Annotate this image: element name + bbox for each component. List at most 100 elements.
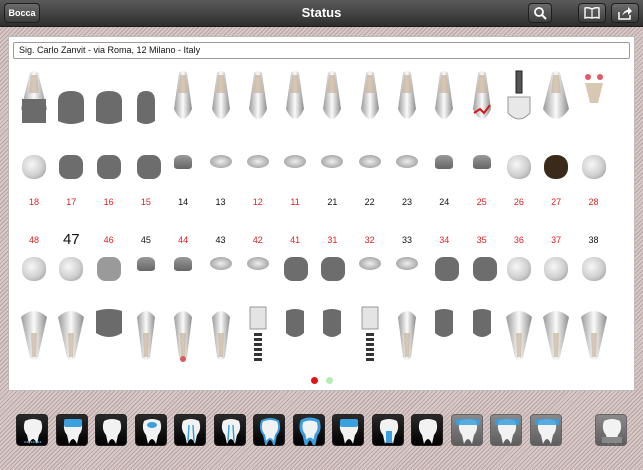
tooth-number-28[interactable]: 28 — [581, 197, 607, 207]
tooth-side-17[interactable] — [56, 69, 86, 136]
tooth-side-35[interactable] — [467, 303, 497, 370]
tool-tooth-glow-button[interactable] — [253, 414, 285, 446]
tooth-side-44[interactable] — [168, 303, 198, 370]
page-dot-1[interactable] — [311, 377, 318, 384]
tool-extraction-button[interactable] — [595, 414, 627, 446]
tooth-occlusal-16[interactable] — [96, 155, 121, 179]
tooth-side-33[interactable] — [392, 303, 422, 370]
tooth-side-47[interactable] — [56, 303, 86, 370]
tooth-number-17[interactable]: 17 — [58, 197, 84, 207]
tool-crown-tooth-button[interactable] — [55, 414, 88, 446]
tooth-number-21[interactable]: 21 — [319, 197, 345, 207]
tooth-occlusal-24[interactable] — [435, 155, 454, 169]
tooth-number-14[interactable]: 14 — [170, 197, 196, 207]
tooth-side-28[interactable] — [579, 69, 609, 136]
tooth-occlusal-32[interactable] — [358, 257, 381, 270]
share-button[interactable] — [611, 3, 639, 23]
tooth-occlusal-18[interactable] — [22, 155, 46, 179]
tooth-occlusal-31[interactable] — [321, 257, 346, 281]
tooth-occlusal-13[interactable] — [209, 155, 232, 168]
tooth-side-37[interactable] — [541, 303, 571, 370]
tooth-occlusal-25[interactable] — [472, 155, 491, 169]
tooth-number-38[interactable]: 38 — [581, 235, 607, 245]
tooth-number-32[interactable]: 32 — [357, 235, 383, 245]
tooth-number-12[interactable]: 12 — [245, 197, 271, 207]
bookmarks-button[interactable] — [578, 3, 606, 23]
tooth-number-41[interactable]: 41 — [282, 235, 308, 245]
tooth-occlusal-15[interactable] — [136, 155, 161, 179]
tooth-occlusal-33[interactable] — [396, 257, 418, 270]
tooth-occlusal-27[interactable] — [544, 155, 569, 179]
tooth-side-48[interactable] — [19, 303, 49, 370]
tooth-side-21[interactable] — [317, 69, 347, 136]
tooth-occlusal-28[interactable] — [581, 155, 606, 179]
tool-implant-crown-button[interactable] — [371, 414, 404, 446]
tooth-side-11[interactable] — [280, 69, 310, 136]
tool-tooth-filling-button[interactable] — [134, 414, 167, 446]
tooth-occlusal-23[interactable] — [396, 155, 418, 168]
tooth-side-25[interactable] — [467, 69, 497, 136]
tooth-occlusal-17[interactable] — [59, 155, 84, 179]
tooth-side-27[interactable] — [541, 69, 571, 136]
tooth-number-18[interactable]: 18 — [21, 197, 47, 207]
tooth-occlusal-14[interactable] — [174, 155, 193, 169]
tooth-side-42[interactable] — [243, 303, 273, 370]
tool-tooth-cap-button[interactable] — [332, 414, 364, 446]
tooth-number-16[interactable]: 16 — [96, 197, 122, 207]
tooth-side-12[interactable] — [243, 69, 273, 136]
tool-tooth-outline-button[interactable] — [292, 414, 325, 446]
tooth-side-32[interactable] — [355, 303, 385, 370]
tooth-number-47[interactable]: 47 — [58, 231, 84, 248]
tooth-side-46[interactable] — [94, 303, 124, 370]
tooth-side-34[interactable] — [429, 303, 459, 370]
search-button[interactable] — [528, 3, 552, 23]
tooth-occlusal-26[interactable] — [506, 155, 531, 179]
tooth-occlusal-47[interactable] — [59, 257, 84, 281]
tool-bridge-two-button[interactable] — [490, 414, 522, 446]
tooth-number-23[interactable]: 23 — [394, 197, 420, 207]
tooth-number-24[interactable]: 24 — [431, 197, 457, 207]
tooth-number-15[interactable]: 15 — [133, 197, 159, 207]
tooth-number-33[interactable]: 33 — [394, 235, 420, 245]
tooth-number-31[interactable]: 31 — [319, 235, 345, 245]
tool-tooth-endo-button[interactable] — [174, 414, 206, 446]
tooth-side-15[interactable] — [131, 69, 161, 136]
tooth-number-37[interactable]: 37 — [543, 235, 569, 245]
tooth-occlusal-41[interactable] — [284, 257, 309, 281]
tooth-number-36[interactable]: 36 — [506, 235, 532, 245]
tooth-side-36[interactable] — [504, 303, 534, 370]
tooth-side-23[interactable] — [392, 69, 422, 136]
tooth-number-26[interactable]: 26 — [506, 197, 532, 207]
tooth-occlusal-12[interactable] — [246, 155, 269, 168]
tooth-side-43[interactable] — [206, 303, 236, 370]
tooth-occlusal-22[interactable] — [358, 155, 381, 168]
tooth-occlusal-42[interactable] — [246, 257, 269, 270]
tooth-number-46[interactable]: 46 — [96, 235, 122, 245]
tooth-side-31[interactable] — [317, 303, 347, 370]
tooth-side-24[interactable] — [429, 69, 459, 136]
tooth-side-14[interactable] — [168, 69, 198, 136]
tooth-number-11[interactable]: 11 — [282, 197, 308, 207]
tool-bleeding-button[interactable] — [16, 414, 48, 446]
tooth-occlusal-34[interactable] — [435, 257, 460, 281]
tooth-occlusal-36[interactable] — [506, 257, 531, 281]
tool-tooth-root-button[interactable] — [95, 414, 127, 446]
tooth-number-35[interactable]: 35 — [469, 235, 495, 245]
tool-bridge-piece-button[interactable] — [450, 414, 483, 446]
tooth-occlusal-48[interactable] — [22, 257, 46, 281]
tooth-number-48[interactable]: 48 — [21, 235, 47, 245]
tooth-occlusal-37[interactable] — [544, 257, 569, 281]
tooth-number-45[interactable]: 45 — [133, 235, 159, 245]
page-dot-2[interactable] — [326, 377, 333, 384]
tooth-number-42[interactable]: 42 — [245, 235, 271, 245]
tooth-side-38[interactable] — [579, 303, 609, 370]
tooth-occlusal-11[interactable] — [284, 155, 307, 168]
tooth-occlusal-46[interactable] — [96, 257, 121, 281]
tooth-number-34[interactable]: 34 — [431, 235, 457, 245]
patient-address-field[interactable]: Sig. Carlo Zanvit - via Roma, 12 Milano … — [13, 42, 630, 59]
tooth-side-18[interactable] — [19, 69, 49, 136]
tooth-number-22[interactable]: 22 — [357, 197, 383, 207]
tooth-side-41[interactable] — [280, 303, 310, 370]
tool-tooth-root-canal-button[interactable] — [213, 414, 246, 446]
tooth-number-13[interactable]: 13 — [208, 197, 234, 207]
